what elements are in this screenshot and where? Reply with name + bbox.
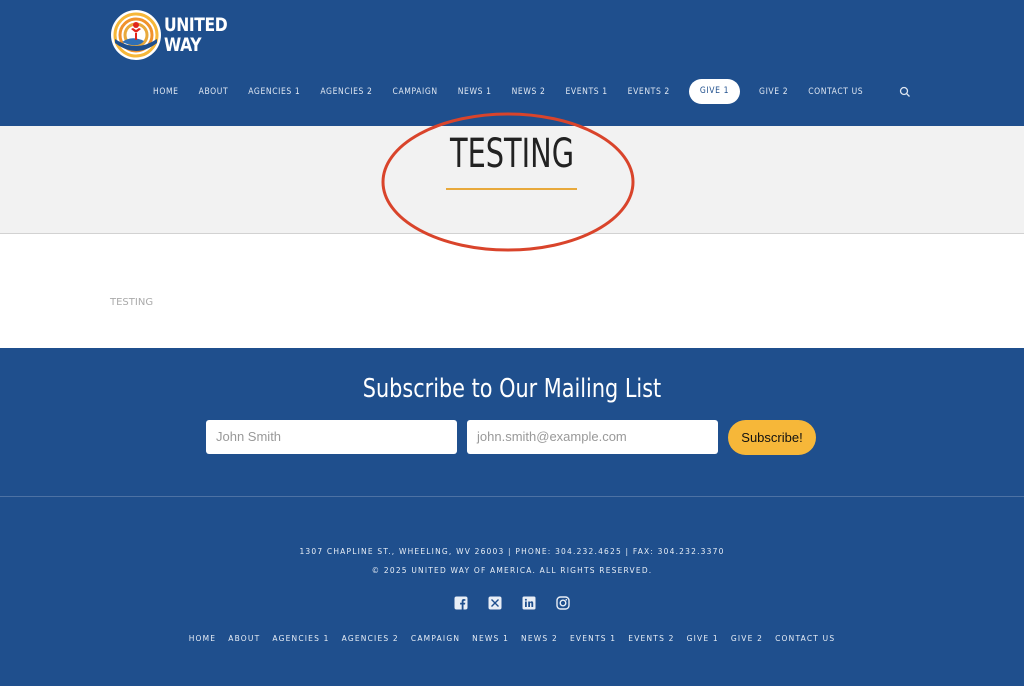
footer-nav-give-2[interactable]: GIVE 2: [725, 634, 769, 643]
footer-copyright: © 2025 UNITED WAY OF AMERICA. ALL RIGHTS…: [371, 566, 653, 575]
footer-nav-events-1[interactable]: EVENTS 1: [564, 634, 622, 643]
footer-nav-agencies-2[interactable]: AGENCIES 2: [336, 634, 405, 643]
footer-nav-news-2[interactable]: NEWS 2: [515, 634, 564, 643]
footer-nav-campaign[interactable]: CAMPAIGN: [405, 634, 466, 643]
site-footer: Subscribe to Our Mailing List John Smith…: [0, 348, 1024, 686]
footer-nav-news-1[interactable]: NEWS 1: [466, 634, 515, 643]
name-input[interactable]: John Smith: [206, 420, 457, 454]
brand-line-2: WAY: [164, 34, 202, 56]
nav-item-agencies-1[interactable]: AGENCIES 1: [238, 87, 310, 97]
nav-item-about[interactable]: ABOUT: [189, 87, 239, 97]
instagram-icon[interactable]: [556, 596, 570, 610]
email-input[interactable]: john.smith@example.com: [467, 420, 718, 454]
linkedin-icon[interactable]: [522, 596, 536, 610]
united-way-logo[interactable]: UNITED WAY: [110, 9, 230, 61]
footer-nav-agencies-1[interactable]: AGENCIES 1: [266, 634, 335, 643]
footer-nav: HOME ABOUT AGENCIES 1 AGENCIES 2 CAMPAIG…: [0, 634, 1024, 643]
nav-item-events-1[interactable]: EVENTS 1: [555, 87, 617, 97]
nav-item-contact-us[interactable]: CONTACT US: [798, 87, 873, 97]
nav-item-give-2[interactable]: GIVE 2: [749, 87, 798, 97]
page-title-banner: TESTING: [0, 126, 1024, 234]
footer-nav-contact-us[interactable]: CONTACT US: [769, 634, 841, 643]
subscribe-title: Subscribe to Our Mailing List: [362, 374, 662, 404]
footer-nav-events-2[interactable]: EVENTS 2: [622, 634, 680, 643]
nav-item-agencies-2[interactable]: AGENCIES 2: [310, 87, 382, 97]
x-icon[interactable]: [488, 596, 502, 610]
title-underline: [446, 188, 577, 190]
main-nav: HOME ABOUT AGENCIES 1 AGENCIES 2 CAMPAIG…: [143, 79, 911, 104]
subscribe-button[interactable]: Subscribe!: [728, 420, 816, 455]
nav-item-give-1[interactable]: GIVE 1: [688, 79, 741, 104]
nav-item-events-2[interactable]: EVENTS 2: [618, 87, 680, 97]
search-icon[interactable]: [899, 86, 911, 98]
logo-emblem-icon: [111, 10, 161, 60]
nav-item-news-2[interactable]: NEWS 2: [502, 87, 556, 97]
social-links: [454, 596, 570, 610]
facebook-icon[interactable]: [454, 596, 468, 610]
footer-address: 1307 CHAPLINE ST., WHEELING, WV 26003 | …: [299, 547, 725, 556]
nav-item-home[interactable]: HOME: [143, 87, 189, 97]
brand-line-1: UNITED: [164, 14, 228, 36]
footer-nav-about[interactable]: ABOUT: [222, 634, 266, 643]
page-body-text: TESTING: [110, 297, 154, 308]
brand-wordmark: UNITED WAY: [164, 14, 228, 56]
footer-nav-give-1[interactable]: GIVE 1: [681, 634, 725, 643]
site-header: UNITED WAY HOME ABOUT AGENCIES 1 AGENCIE…: [0, 0, 1024, 126]
nav-item-campaign[interactable]: CAMPAIGN: [383, 87, 448, 97]
nav-item-news-1[interactable]: NEWS 1: [448, 87, 502, 97]
footer-divider: [0, 496, 1024, 497]
footer-nav-home[interactable]: HOME: [183, 634, 223, 643]
page-title: TESTING: [449, 131, 575, 177]
